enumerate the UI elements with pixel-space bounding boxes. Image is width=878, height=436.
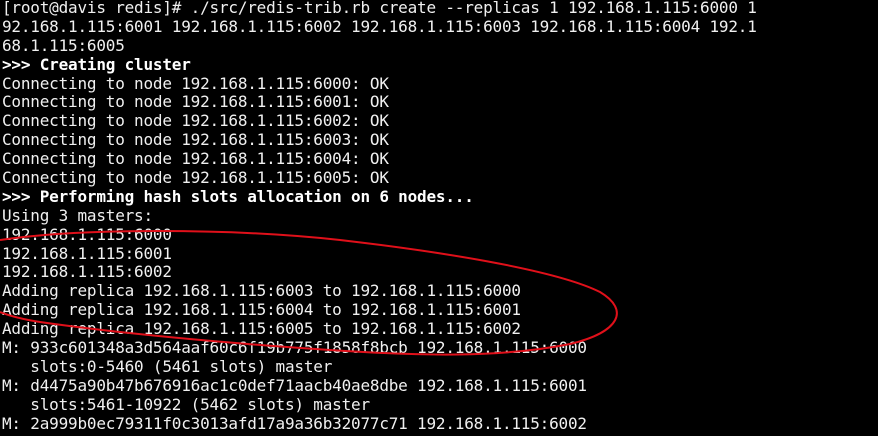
output-line: Using 3 masters: <box>2 205 153 225</box>
output-line: Connecting to node 192.168.1.115:6001: O… <box>2 92 389 112</box>
output-line: Connecting to node 192.168.1.115:6000: O… <box>2 73 389 93</box>
command-line-wrap: 68.1.115:6005 <box>2 35 125 55</box>
output-line: 192.168.1.115:6001 <box>2 243 172 263</box>
output-line: slots:5461-10922 (5462 slots) master <box>2 394 370 414</box>
output-line: M: d4475a90b47b676916ac1c0def71aacb40ae8… <box>2 375 587 395</box>
command-line-wrap: 92.168.1.115:6001 192.168.1.115:6002 192… <box>2 16 757 36</box>
output-line: Connecting to node 192.168.1.115:6002: O… <box>2 111 389 131</box>
output-line: Adding replica 192.168.1.115:6004 to 192… <box>2 300 521 320</box>
terminal-output: [root@davis redis]# ./src/redis-trib.rb … <box>2 0 757 433</box>
command-line: [root@davis redis]# ./src/redis-trib.rb … <box>2 0 757 17</box>
output-line: >>> Creating cluster <box>2 54 191 74</box>
output-line: M: 2a999b0ec79311f0c3013afd17a9a36b32077… <box>2 413 587 433</box>
terminal-window[interactable]: [root@davis redis]# ./src/redis-trib.rb … <box>0 0 878 436</box>
output-line: Adding replica 192.168.1.115:6005 to 192… <box>2 319 521 339</box>
output-line: slots:0-5460 (5461 slots) master <box>2 356 333 376</box>
output-line: Connecting to node 192.168.1.115:6005: O… <box>2 168 389 188</box>
output-line: 192.168.1.115:6000 <box>2 224 172 244</box>
output-line: Connecting to node 192.168.1.115:6003: O… <box>2 130 389 150</box>
output-line: >>> Performing hash slots allocation on … <box>2 186 474 206</box>
output-line: M: 933c601348a3d564aaf60c6f19b775f1858f8… <box>2 338 587 358</box>
output-line: Adding replica 192.168.1.115:6003 to 192… <box>2 281 521 301</box>
output-line: 192.168.1.115:6002 <box>2 262 172 282</box>
output-line: Connecting to node 192.168.1.115:6004: O… <box>2 149 389 169</box>
